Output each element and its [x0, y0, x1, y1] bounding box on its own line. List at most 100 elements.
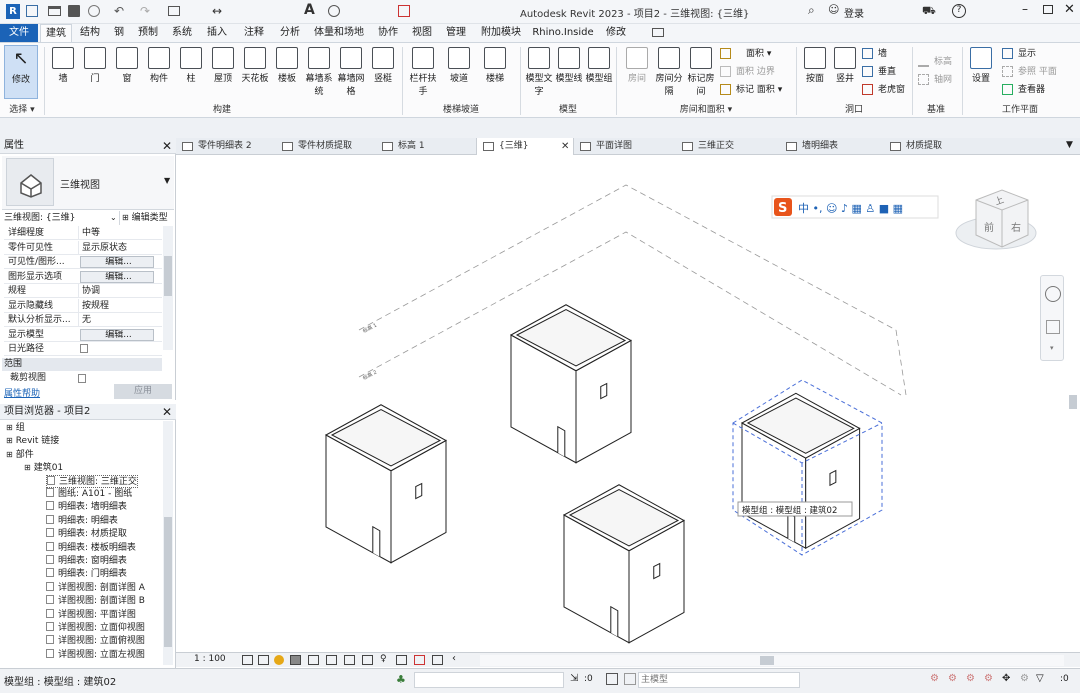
browser-item[interactable]: 详图视图: 剖面详图 A — [46, 581, 145, 595]
edit-button[interactable]: 编辑... — [80, 328, 154, 341]
select-underlay-icon[interactable]: ⚙ — [948, 673, 957, 684]
tab-steel[interactable]: 钢 — [108, 24, 130, 42]
select-pinned-icon[interactable]: ⚙ — [966, 673, 975, 684]
build-button-1[interactable]: 门 — [78, 45, 112, 101]
view-tab[interactable]: 零件材质提取 — [276, 138, 376, 155]
build-button-3[interactable]: 构件 — [142, 45, 176, 101]
apply-button[interactable]: 应用 — [114, 384, 172, 399]
building-model-group[interactable] — [324, 404, 448, 564]
view-cube[interactable]: 上 前 右 — [955, 189, 1037, 250]
properties-help-link[interactable]: 属性帮助 — [4, 386, 40, 399]
expand-icon[interactable]: ⊞ — [6, 436, 13, 445]
view-tab[interactable]: 三维正交 — [676, 138, 780, 155]
model-button-0[interactable]: 模型文字 — [522, 45, 556, 101]
background-process-icon[interactable]: ⚙ — [1020, 673, 1029, 684]
browser-item[interactable]: 详图视图: 平面详图 — [46, 608, 136, 622]
drag-icon[interactable]: ✥ — [1002, 673, 1010, 684]
browser-item[interactable]: ⊞ 建筑01 — [24, 461, 63, 474]
browser-item[interactable]: ⊞ Revit 链接 — [6, 434, 59, 447]
build-button-10[interactable]: 竖梃 — [366, 45, 400, 101]
steering-wheel-icon[interactable] — [1045, 286, 1061, 302]
sync-icon[interactable] — [88, 5, 100, 17]
browser-scrollbar[interactable] — [163, 421, 173, 665]
browser-item[interactable]: ⊞ 部件 — [6, 448, 34, 461]
model-button-1[interactable]: 模型线 — [552, 45, 586, 101]
view-scale[interactable]: 1 : 100 — [194, 654, 226, 664]
panel-toggle-icon[interactable] — [652, 28, 664, 37]
browser-item[interactable]: 明细表: 楼板明细表 — [46, 541, 136, 555]
build-button-6[interactable]: 天花板 — [238, 45, 272, 101]
tab-systems[interactable]: 系统 — [168, 24, 196, 42]
chevron-left-icon[interactable]: ‹ — [452, 653, 456, 664]
browser-close-icon[interactable]: ✕ — [162, 406, 172, 418]
tab-rhino-inside[interactable]: Rhino.Inside — [532, 24, 594, 42]
build-button-5[interactable]: 屋顶 — [206, 45, 240, 101]
worksets-icon[interactable]: ♣ — [396, 673, 406, 686]
home-icon[interactable] — [26, 5, 38, 17]
binoculars-icon[interactable]: ⌕ — [808, 3, 815, 18]
text-icon[interactable]: A — [304, 2, 315, 18]
edit-button[interactable]: 编辑... — [80, 270, 154, 283]
close-icon[interactable]: ✕ — [1064, 2, 1075, 17]
cart-icon[interactable]: ⛟ — [922, 4, 936, 19]
lock-view-icon[interactable] — [396, 655, 407, 665]
view-tab[interactable]: 材质提取 — [884, 138, 994, 155]
sign-in-button[interactable]: 登录 — [844, 5, 864, 20]
model-button-2[interactable]: 模型组 — [582, 45, 616, 101]
room-button-0[interactable]: 房间 — [620, 45, 654, 101]
tab-menu-icon[interactable]: ▼ — [1066, 140, 1073, 150]
undo-icon[interactable]: ↶ — [114, 4, 124, 18]
tab-architecture[interactable]: 建筑 — [40, 24, 72, 42]
opening-button-1[interactable]: 竖井 — [828, 45, 862, 101]
opening-button-0[interactable]: 按面 — [798, 45, 832, 101]
detail-level-icon[interactable] — [242, 655, 253, 665]
view-tab[interactable]: {三维} ✕ — [476, 138, 574, 155]
view-tab[interactable]: 标高 1 — [376, 138, 474, 155]
stair-button-0[interactable]: 栏杆扶手 — [406, 45, 440, 101]
reveal-icon[interactable] — [362, 655, 373, 665]
build-button-7[interactable]: 楼板 — [270, 45, 304, 101]
zoom-icon[interactable] — [1046, 320, 1060, 334]
canvas-vertical-scrollbar[interactable] — [1066, 155, 1080, 652]
print-icon[interactable] — [168, 6, 180, 16]
type-selector[interactable]: 三维视图 ▼ — [2, 156, 174, 210]
browser-item[interactable]: ⊞ 组 — [6, 421, 25, 434]
revit-logo-icon[interactable]: R — [6, 4, 20, 19]
instance-selector[interactable]: 三维视图: {三维} ⌄ — [2, 211, 120, 225]
3d-model-view[interactable]: 标高 1 标高 2 模型组 : 模型组 : 建筑02 S 中 •, ☺ ♪ ▦ … — [176, 155, 1080, 652]
browser-item[interactable]: 三维视图: 三维正交 — [46, 474, 138, 488]
save-icon[interactable] — [68, 5, 80, 17]
tab-view[interactable]: 视图 — [408, 24, 436, 42]
expand-icon[interactable]: ⊞ — [6, 423, 13, 432]
tab-precast[interactable]: 预制 — [134, 24, 162, 42]
browser-item[interactable]: 明细表: 窗明细表 — [46, 555, 127, 568]
build-button-2[interactable]: 窗 — [110, 45, 144, 101]
user-icon[interactable]: ☺ — [828, 3, 839, 16]
3d-view-icon[interactable] — [328, 5, 340, 17]
filter-icon[interactable]: ▽ — [1036, 673, 1044, 684]
chevron-down-icon[interactable]: ▾ — [1050, 344, 1054, 352]
browser-item[interactable]: 图纸: A101 - 图纸 — [46, 488, 132, 501]
tab-massing[interactable]: 体量和场地 — [310, 24, 368, 42]
browser-item[interactable]: 详图视图: 立面左视图 — [46, 648, 145, 662]
close-hidden-icon[interactable] — [398, 5, 410, 17]
room-button-2[interactable]: 标记房间 — [684, 45, 718, 101]
building-model-group[interactable] — [562, 484, 686, 644]
browser-item[interactable]: 明细表: 明细表 — [46, 514, 118, 528]
shadows-icon[interactable] — [290, 655, 301, 665]
select-dropdown[interactable]: 选择 ▾ — [2, 102, 42, 116]
set-workplane-button[interactable]: 设置 — [964, 45, 998, 101]
browser-item[interactable]: 详图视图: 立面俯视图 — [46, 635, 145, 648]
measure-icon[interactable]: ↔ — [212, 4, 222, 18]
tab-file[interactable]: 文件 — [0, 24, 38, 42]
analysis-icon[interactable] — [414, 655, 425, 665]
browser-item[interactable]: 详图视图: 剖面详图 B — [46, 595, 145, 608]
horizontal-scrollbar[interactable] — [480, 655, 1064, 666]
stair-button-1[interactable]: 坡道 — [442, 45, 476, 101]
tab-modify[interactable]: 修改 — [602, 24, 630, 42]
crop-icon[interactable] — [326, 655, 337, 665]
tab-collaborate[interactable]: 协作 — [374, 24, 402, 42]
sun-path-icon[interactable] — [274, 655, 284, 665]
help-button[interactable]: ? — [952, 4, 966, 18]
section-range-header[interactable]: 范围 — [2, 358, 162, 371]
